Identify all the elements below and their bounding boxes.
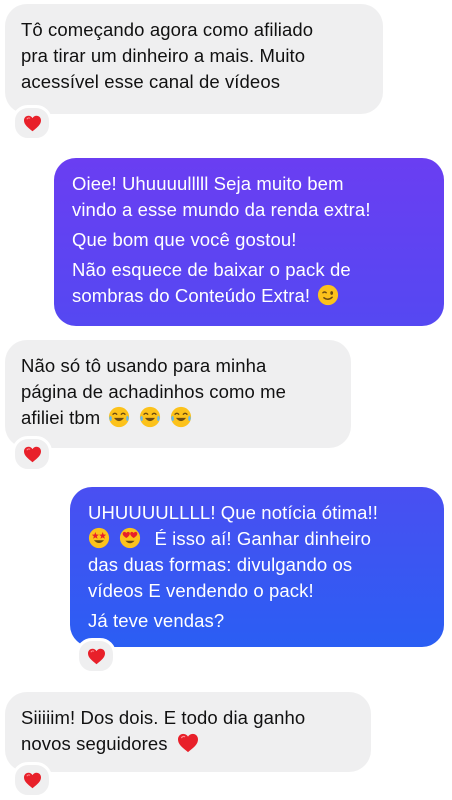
- winking-face-icon: [317, 284, 339, 306]
- message-text-line: vindo a esse mundo da renda extra!: [72, 199, 371, 220]
- message-bubble-incoming[interactable]: Tô começando agora como afiliado pra tir…: [5, 4, 383, 114]
- message-text-line: das duas formas: divulgando os: [88, 554, 353, 575]
- message-text-line: sombras do Conteúdo Extra!: [72, 283, 428, 309]
- message-text-segment: sombras do Conteúdo Extra!: [72, 285, 311, 306]
- message-bubble-incoming[interactable]: Siiiiim! Dos dois. E todo dia ganho novo…: [5, 692, 371, 772]
- tears-of-joy-icon: [139, 406, 161, 428]
- reaction-badge[interactable]: [12, 762, 52, 798]
- message-text-segment: afiliei tbm: [21, 407, 101, 428]
- tears-of-joy-icon: [170, 406, 192, 428]
- message-text-line: Não só tô usando para minha: [21, 355, 267, 376]
- message-text-segment: novos seguidores: [21, 733, 168, 754]
- message-text-line: Já teve vendas?: [88, 610, 225, 631]
- red-heart-icon: [177, 733, 199, 753]
- red-heart-icon: [23, 115, 41, 131]
- message-bubble-outgoing[interactable]: UHUUUULLLL! Que notícia ótima!! É isso a…: [70, 487, 444, 647]
- message-bubble-incoming[interactable]: Não só tô usando para minha página de ac…: [5, 340, 351, 448]
- message-text-line: Siiiiim! Dos dois. E todo dia ganho: [21, 707, 306, 728]
- tears-of-joy-icon: [108, 406, 130, 428]
- red-heart-icon: [87, 648, 105, 664]
- message-text-line: novos seguidores: [21, 731, 355, 757]
- reaction-badge[interactable]: [12, 105, 52, 141]
- red-heart-icon: [23, 772, 41, 788]
- star-struck-icon: [88, 527, 110, 549]
- message-text-line: pra tirar um dinheiro a mais. Muito: [21, 45, 306, 66]
- message-text-line: vídeos E vendendo o pack!: [88, 580, 314, 601]
- heart-eyes-icon: [119, 527, 141, 549]
- message-text-line: UHUUUULLLL! Que notícia ótima!!: [88, 502, 378, 523]
- reaction-badge[interactable]: [76, 638, 116, 674]
- message-text-line: Oiee! Uhuuuulllll Seja muito bem: [72, 173, 344, 194]
- message-text-line: Que bom que você gostou!: [72, 229, 297, 250]
- message-text-line: afiliei tbm: [21, 405, 335, 431]
- message-text-line: página de achadinhos como me: [21, 381, 287, 402]
- chat-thread: Tô começando agora como afiliado pra tir…: [0, 0, 452, 800]
- message-text-segment: É isso aí! Ganhar dinheiro: [154, 528, 371, 549]
- message-text-line: acessível esse canal de vídeos: [21, 71, 281, 92]
- message-bubble-outgoing[interactable]: Oiee! Uhuuuulllll Seja muito bem vindo a…: [54, 158, 444, 326]
- message-text-line: Não esquece de baixar o pack de: [72, 259, 351, 280]
- red-heart-icon: [23, 446, 41, 462]
- message-text-line: Tô começando agora como afiliado: [21, 19, 314, 40]
- message-text-line: É isso aí! Ganhar dinheiro: [88, 526, 428, 552]
- reaction-badge[interactable]: [12, 436, 52, 472]
